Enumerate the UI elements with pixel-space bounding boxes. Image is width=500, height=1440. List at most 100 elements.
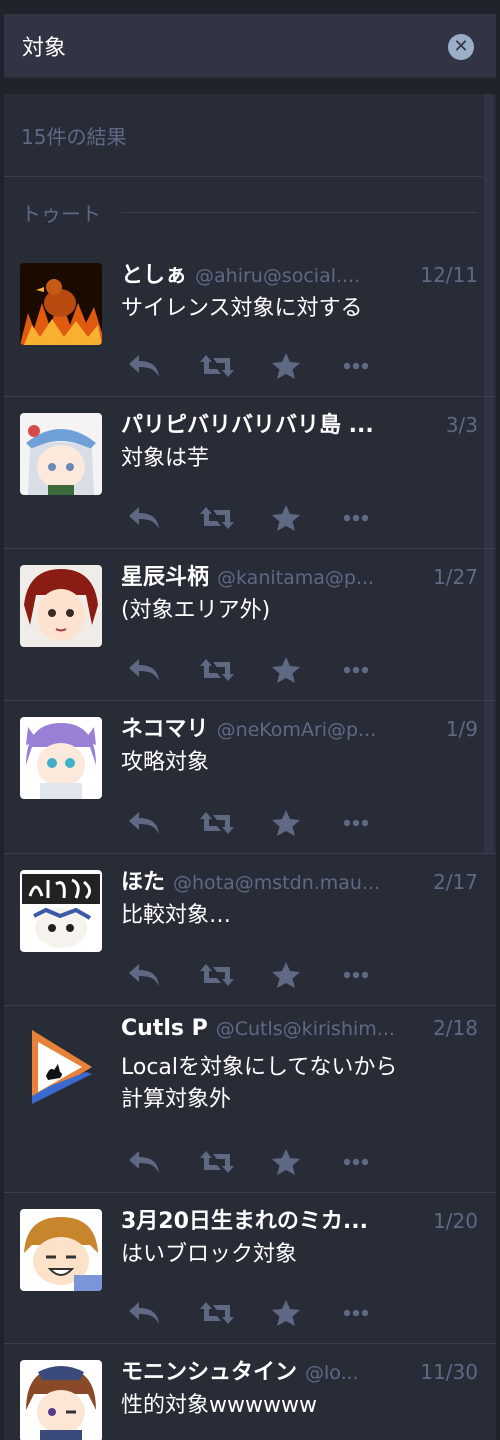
boost-button[interactable]: [199, 1142, 271, 1182]
section-label: トゥート: [21, 201, 101, 226]
reply-button[interactable]: [127, 955, 199, 995]
account-handle[interactable]: @lo...: [305, 1362, 414, 1384]
avatar[interactable]: [20, 870, 102, 952]
favourite-button[interactable]: [271, 1293, 343, 1333]
account-handle[interactable]: @hota@mstdn.mau...: [173, 872, 427, 894]
status-text: 対象は芋: [121, 446, 210, 471]
favourite-button[interactable]: [271, 803, 343, 843]
status-text-line: 計算対象外: [121, 1087, 232, 1112]
search-input[interactable]: [4, 13, 496, 78]
status-text: Localを対象にしてないから 計算対象外: [121, 1052, 478, 1116]
close-icon: ✕: [453, 36, 469, 57]
boost-button[interactable]: [199, 803, 271, 843]
boost-icon: [200, 964, 234, 986]
status-actions: [127, 346, 415, 386]
timestamp[interactable]: 3/3: [446, 413, 478, 437]
favourite-button[interactable]: [271, 346, 343, 386]
star-icon: [272, 1149, 300, 1175]
more-button[interactable]: [343, 955, 415, 995]
account-handle[interactable]: @ahiru@social....: [195, 265, 414, 287]
avatar[interactable]: [20, 413, 102, 495]
reply-icon: [129, 507, 159, 529]
reply-button[interactable]: [127, 1293, 199, 1333]
favourite-button[interactable]: [271, 955, 343, 995]
favourite-button[interactable]: [271, 1142, 343, 1182]
more-button[interactable]: [343, 1142, 415, 1182]
display-name[interactable]: 3月20日生まれのミカ...: [121, 1203, 368, 1235]
boost-button[interactable]: [199, 650, 271, 690]
more-button[interactable]: [343, 498, 415, 538]
section-divider: [121, 211, 478, 213]
avatar[interactable]: [20, 717, 102, 799]
status-item[interactable]: ほた @hota@mstdn.mau... 2/17 比較対象…: [4, 854, 496, 1006]
boost-button[interactable]: [199, 955, 271, 995]
more-button[interactable]: [343, 803, 415, 843]
status-actions: [127, 955, 415, 995]
account-handle[interactable]: @neKomAri@p...: [217, 719, 440, 741]
more-button[interactable]: [343, 1293, 415, 1333]
timestamp[interactable]: 1/20: [433, 1209, 478, 1233]
timestamp[interactable]: 12/11: [420, 263, 478, 287]
avatar[interactable]: [20, 1026, 102, 1108]
boost-button[interactable]: [199, 1293, 271, 1333]
avatar[interactable]: [20, 565, 102, 647]
avatar[interactable]: [20, 1360, 102, 1440]
display-name[interactable]: としぁ: [121, 257, 187, 289]
boost-button[interactable]: [199, 346, 271, 386]
boost-icon: [200, 355, 234, 377]
timestamp[interactable]: 2/18: [433, 1016, 478, 1040]
reply-icon: [129, 964, 159, 986]
favourite-button[interactable]: [271, 650, 343, 690]
status-item[interactable]: Cutls P @Cutls@kirishim... 2/18 Localを対象…: [4, 1006, 496, 1193]
status-item[interactable]: としぁ @ahiru@social.... 12/11 サイレンス対象に対する: [4, 247, 496, 397]
reply-button[interactable]: [127, 346, 199, 386]
display-name[interactable]: ほた: [121, 864, 165, 896]
reply-button[interactable]: [127, 1142, 199, 1182]
status-item[interactable]: ネコマリ @neKomAri@p... 1/9 攻略対象: [4, 701, 496, 854]
status-text: はいブロック対象: [121, 1242, 298, 1267]
reply-icon: [129, 355, 159, 377]
status-text: (対象エリア外): [121, 598, 271, 623]
timestamp[interactable]: 1/9: [446, 717, 478, 741]
status-item[interactable]: モニンシュタイン @lo... 11/30 性的対象wwwwww: [4, 1344, 496, 1440]
star-icon: [272, 962, 300, 988]
boost-button[interactable]: [199, 498, 271, 538]
results-count: 15件の結果: [4, 94, 496, 177]
reply-icon: [129, 1302, 159, 1324]
display-name[interactable]: モニンシュタイン: [121, 1354, 297, 1386]
status-item[interactable]: 3月20日生まれのミカ... 1/20 はいブロック対象: [4, 1193, 496, 1344]
status-text: 攻略対象: [121, 750, 210, 775]
timestamp[interactable]: 1/27: [433, 565, 478, 589]
more-button[interactable]: [343, 650, 415, 690]
status-text-line: Localを対象にしてないから: [121, 1055, 398, 1080]
display-name[interactable]: パリピバリバリバリ島 ...: [121, 407, 374, 439]
boost-icon: [200, 812, 234, 834]
avatar[interactable]: [20, 1209, 102, 1291]
status-item[interactable]: 星辰斗柄 @kanitama@p... 1/27 (対象エリア外): [4, 549, 496, 701]
avatar[interactable]: [20, 263, 102, 345]
more-icon: [343, 819, 369, 827]
favourite-button[interactable]: [271, 498, 343, 538]
status-item[interactable]: パリピバリバリバリ島 ... 3/3 対象は芋: [4, 397, 496, 549]
timestamp[interactable]: 2/17: [433, 870, 478, 894]
star-icon: [272, 505, 300, 531]
gap: [0, 78, 500, 94]
reply-button[interactable]: [127, 498, 199, 538]
star-icon: [272, 353, 300, 379]
more-icon: [343, 666, 369, 674]
top-band: [0, 0, 500, 14]
account-handle[interactable]: @Cutls@kirishim...: [216, 1018, 427, 1040]
display-name[interactable]: Cutls P: [121, 1016, 208, 1041]
account-handle[interactable]: @kanitama@p...: [217, 567, 427, 589]
reply-button[interactable]: [127, 650, 199, 690]
boost-icon: [200, 507, 234, 529]
display-name[interactable]: 星辰斗柄: [121, 559, 209, 591]
search-bar: ✕: [4, 13, 496, 78]
star-icon: [272, 810, 300, 836]
more-icon: [343, 362, 369, 370]
timestamp[interactable]: 11/30: [420, 1360, 478, 1384]
clear-search-button[interactable]: ✕: [448, 34, 474, 60]
reply-button[interactable]: [127, 803, 199, 843]
display-name[interactable]: ネコマリ: [121, 711, 209, 743]
more-button[interactable]: [343, 346, 415, 386]
